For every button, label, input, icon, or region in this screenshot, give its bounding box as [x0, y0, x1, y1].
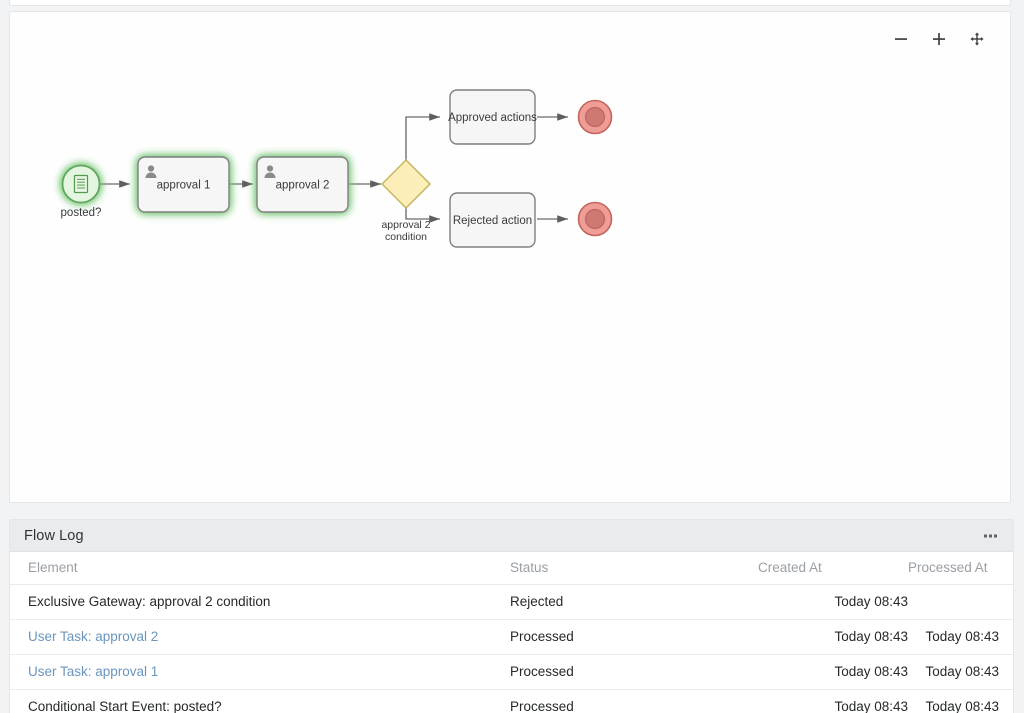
cell-created-at: Today 08:43 — [758, 620, 908, 655]
bpmn-node-task-approved-actions[interactable]: Approved actions — [448, 90, 537, 144]
end-event-inner-disc — [586, 108, 605, 127]
cell-processed-at: Today 08:43 — [908, 690, 1014, 713]
table-row: Exclusive Gateway: approval 2 conditionR… — [10, 585, 1014, 620]
move-arrows-icon — [969, 31, 985, 47]
column-header-processed-at[interactable]: Processed At — [908, 552, 1014, 585]
cell-status: Processed — [510, 690, 758, 713]
cell-processed-at: Today 08:43 — [908, 620, 1014, 655]
table-row: User Task: approval 2ProcessedToday 08:4… — [10, 620, 1014, 655]
table-row: User Task: approval 1ProcessedToday 08:4… — [10, 655, 1014, 690]
plus-icon — [931, 31, 947, 47]
cell-status: Rejected — [510, 585, 758, 620]
bpmn-node-user-task-approval-2[interactable]: approval 2 — [257, 157, 348, 212]
cell-processed-at — [908, 585, 1014, 620]
gateway-label-line2: condition — [385, 231, 427, 243]
cell-processed-at: Today 08:43 — [908, 655, 1014, 690]
flow-log-table-head: Element Status Created At Processed At — [10, 552, 1014, 585]
bpmn-node-exclusive-gateway[interactable]: approval 2 condition — [381, 160, 430, 243]
flow-gateway-to-rejected — [406, 208, 440, 219]
cell-created-at: Today 08:43 — [758, 585, 908, 620]
minus-icon — [893, 31, 909, 47]
start-event-label: posted? — [61, 207, 102, 219]
gateway-diamond — [382, 160, 430, 208]
element-link[interactable]: User Task: approval 1 — [28, 664, 158, 679]
flow-log-header: Flow Log — [10, 520, 1013, 552]
workflow-instance-screen: posted? approval 1 — [0, 0, 1024, 713]
flow-log-title: Flow Log — [24, 528, 84, 544]
cell-status: Processed — [510, 620, 758, 655]
cell-element: Exclusive Gateway: approval 2 condition — [10, 585, 510, 620]
ellipsis-dot — [989, 534, 992, 537]
flow-log-panel: Flow Log Element Status Created At Proce… — [9, 519, 1014, 713]
panel-above-sliver — [9, 0, 1011, 6]
ellipsis-icon[interactable] — [982, 530, 999, 541]
task2-label: approval 2 — [276, 180, 330, 192]
element-link[interactable]: User Task: approval 2 — [28, 629, 158, 644]
gateway-label-line1: approval 2 — [381, 219, 430, 231]
zoom-out-button[interactable] — [888, 26, 914, 52]
column-header-element[interactable]: Element — [10, 552, 510, 585]
task1-label: approval 1 — [157, 180, 211, 192]
flow-gateway-to-approved — [406, 117, 440, 160]
bpmn-node-task-rejected-action[interactable]: Rejected action — [450, 193, 535, 247]
bpmn-node-user-task-approval-1[interactable]: approval 1 — [138, 157, 229, 212]
end-event-inner-disc — [586, 210, 605, 229]
bpmn-node-end-event-rejected[interactable] — [579, 203, 612, 236]
table-header-row: Element Status Created At Processed At — [10, 552, 1014, 585]
column-header-status[interactable]: Status — [510, 552, 758, 585]
bpmn-node-start-event-posted[interactable]: posted? — [61, 166, 102, 220]
bpmn-canvas-panel: posted? approval 1 — [9, 11, 1011, 503]
reset-view-button[interactable] — [964, 26, 990, 52]
cell-element: User Task: approval 1 — [10, 655, 510, 690]
table-row: Conditional Start Event: posted?Processe… — [10, 690, 1014, 713]
conditional-event-document-icon — [75, 176, 88, 193]
ellipsis-dot — [994, 534, 997, 537]
canvas-toolbar — [888, 26, 990, 52]
rejected-label: Rejected action — [453, 215, 532, 227]
column-header-created-at[interactable]: Created At — [758, 552, 908, 585]
ellipsis-dot — [984, 534, 987, 537]
cell-element: User Task: approval 2 — [10, 620, 510, 655]
cell-element: Conditional Start Event: posted? — [10, 690, 510, 713]
cell-created-at: Today 08:43 — [758, 655, 908, 690]
cell-status: Processed — [510, 655, 758, 690]
bpmn-node-end-event-approved[interactable] — [579, 101, 612, 134]
flow-log-table: Element Status Created At Processed At E… — [10, 552, 1014, 713]
approved-label: Approved actions — [448, 112, 537, 124]
cell-created-at: Today 08:43 — [758, 690, 908, 713]
bpmn-diagram: posted? approval 1 — [10, 12, 1011, 502]
flow-log-table-body: Exclusive Gateway: approval 2 conditionR… — [10, 585, 1014, 713]
zoom-in-button[interactable] — [926, 26, 952, 52]
